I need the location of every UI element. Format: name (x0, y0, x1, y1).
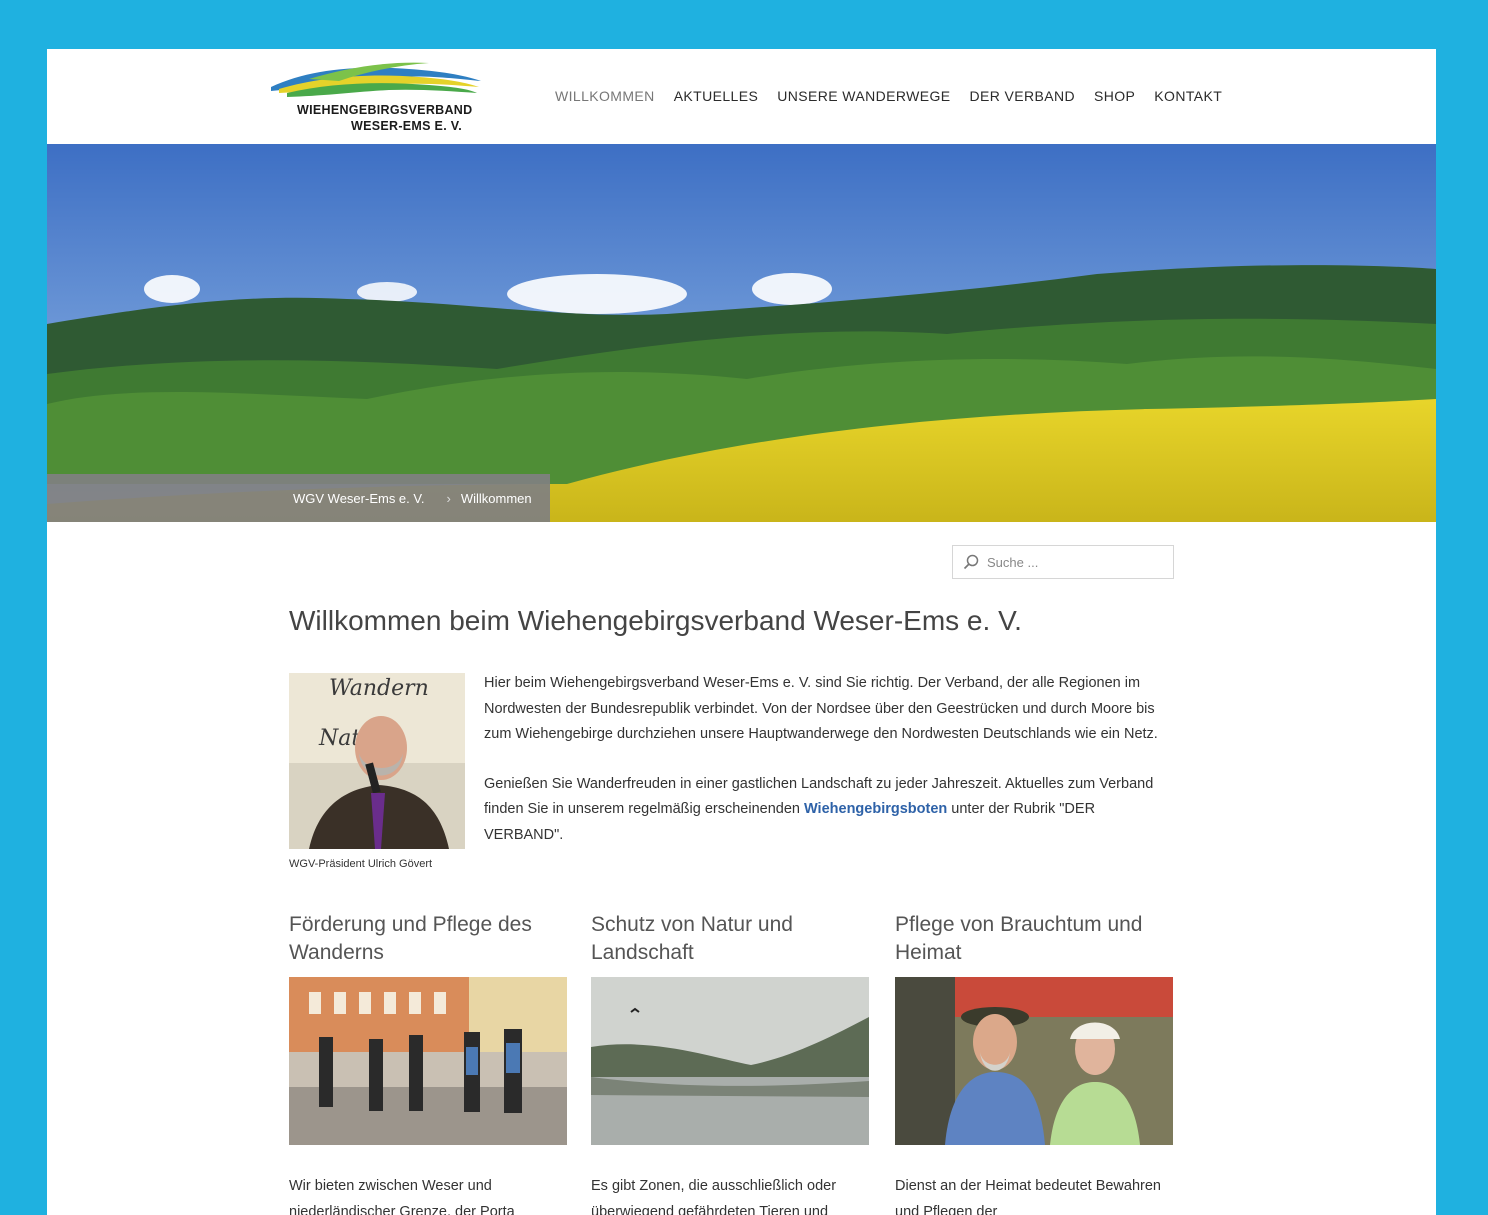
breadcrumb: WGV Weser-Ems e. V. › Willkommen (47, 474, 550, 522)
nav-item-aktuelles[interactable]: AKTUELLES (674, 88, 759, 104)
nav-item-willkommen[interactable]: WILLKOMMEN (555, 88, 655, 104)
column-text: Dienst an der Heimat bedeutet Bewahren u… (895, 1178, 1161, 1215)
intro-paragraph-2: Genießen Sie Wanderfreuden in einer gast… (484, 775, 1154, 843)
column-title: Pflege von Brauchtum und Heimat (895, 913, 1143, 964)
search-box (952, 545, 1174, 579)
column-text: Wir bieten zwischen Weser und niederländ… (289, 1178, 515, 1215)
column-text: Es gibt Zonen, die ausschließlich oder ü… (591, 1178, 837, 1215)
president-photo: Wandern Natu (289, 673, 465, 849)
column-title: Förderung und Pflege des Wanderns (289, 913, 532, 964)
site-header: WIEHENGEBIRGSVERBAND WESER-EMS E. V. WIL… (47, 49, 1436, 144)
nav-item-kontakt[interactable]: KONTAKT (1154, 88, 1222, 104)
river-photo (591, 977, 869, 1145)
page-title: Willkommen beim Wiehengebirgsverband Wes… (289, 605, 1022, 636)
svg-text:Wandern: Wandern (329, 676, 429, 701)
site-logo[interactable]: WIEHENGEBIRGSVERBAND WESER-EMS E. V. (269, 59, 484, 139)
main-navigation: WILLKOMMEN AKTUELLES UNSERE WANDERWEGE D… (555, 88, 1241, 104)
wiehengebirgsboten-link[interactable]: Wiehengebirgsboten (804, 801, 947, 817)
president-caption: WGV-Präsident Ulrich Gövert (289, 858, 433, 870)
hikers-photo (289, 977, 567, 1145)
logo-text-line2: WESER-EMS E. V. (351, 119, 463, 133)
logo-text-line1: WIEHENGEBIRGSVERBAND (297, 103, 473, 117)
search-input[interactable] (987, 554, 1167, 570)
president-figure: Wandern Natu WGV-Präsident Ulrich Gövert (289, 673, 465, 870)
costume-couple-photo (895, 977, 1173, 1145)
nav-item-unsere-wanderwege[interactable]: UNSERE WANDERWEGE (777, 88, 950, 104)
column-wandern: Förderung und Pflege des Wanderns Wir bi… (289, 911, 567, 1215)
breadcrumb-separator-icon: › (446, 490, 451, 506)
nav-item-der-verband[interactable]: DER VERBAND (969, 88, 1075, 104)
intro-paragraph-1: Hier beim Wiehengebirgsverband Weser-Ems… (484, 675, 1158, 742)
breadcrumb-current: Willkommen (460, 490, 532, 506)
hero-landscape-image: WGV Weser-Ems e. V. › Willkommen (47, 144, 1436, 522)
column-title: Schutz von Natur und Landschaft (591, 913, 793, 964)
intro-text: Hier beim Wiehengebirgsverband Weser-Ems… (484, 671, 1174, 872)
column-natur: Schutz von Natur und Landschaft Es gibt … (591, 911, 869, 1215)
column-brauchtum: Pflege von Brauchtum und Heimat Dienst a… (895, 911, 1173, 1215)
breadcrumb-home-link[interactable]: WGV Weser-Ems e. V. (293, 491, 424, 506)
logo-waves-icon (271, 62, 481, 97)
search-icon (963, 554, 979, 570)
nav-item-shop[interactable]: SHOP (1094, 88, 1135, 104)
browser-page: WIEHENGEBIRGSVERBAND WESER-EMS E. V. WIL… (47, 49, 1436, 1215)
